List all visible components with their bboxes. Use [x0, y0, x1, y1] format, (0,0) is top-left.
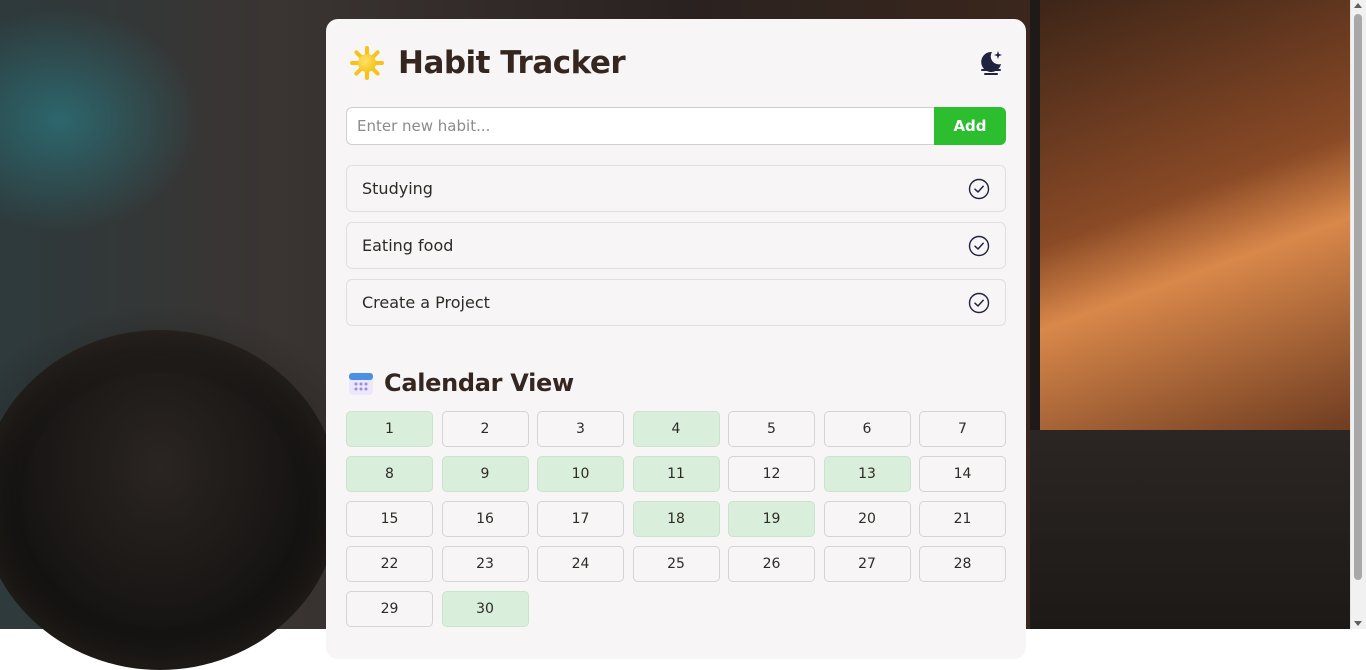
habit-label: Create a Project [362, 293, 490, 312]
calendar-day[interactable]: 6 [823, 411, 911, 447]
check-circle-icon[interactable] [968, 178, 990, 200]
calendar-day[interactable]: 14 [919, 456, 1006, 492]
calendar-day[interactable]: 20 [823, 501, 911, 537]
calendar-day[interactable]: 29 [346, 591, 433, 627]
calendar-day[interactable]: 8 [346, 456, 433, 492]
calendar-day[interactable]: 28 [919, 546, 1006, 582]
new-habit-form: Add [346, 107, 1006, 145]
calendar-day[interactable]: 4 [632, 411, 720, 447]
calendar-day[interactable]: 13 [823, 456, 911, 492]
calendar-day[interactable]: 27 [823, 546, 911, 582]
calendar-day[interactable]: 22 [346, 546, 433, 582]
calendar-day[interactable]: 2 [441, 411, 529, 447]
calendar-grid: 1 2 3 4 5 6 7 8 9 10 11 12 13 14 15 16 17 18 19 20 21 22 23 24 2… [346, 411, 1006, 627]
calendar-day[interactable]: 7 [919, 411, 1006, 447]
moon-stars-icon [981, 51, 1002, 75]
new-habit-input[interactable] [346, 107, 934, 145]
calendar-day[interactable]: 18 [632, 501, 720, 537]
calendar-day[interactable]: 12 [728, 456, 815, 492]
check-circle-icon[interactable] [968, 292, 990, 314]
scroll-down-icon[interactable] [1354, 621, 1362, 626]
theme-toggle-button[interactable] [976, 47, 1006, 77]
app-title: Habit Tracker [398, 45, 626, 81]
calendar-day[interactable]: 30 [441, 591, 529, 627]
calendar-day[interactable]: 3 [537, 411, 624, 447]
habit-tracker-card: Habit Tracker Add Studying Eating food [326, 19, 1026, 659]
check-circle-icon[interactable] [968, 235, 990, 257]
habit-item: Eating food [346, 222, 1006, 269]
calendar-day[interactable]: 1 [346, 411, 433, 447]
calendar-day[interactable]: 9 [441, 456, 529, 492]
scrollbar-thumb[interactable] [1354, 14, 1362, 580]
calendar-icon [349, 373, 373, 395]
calendar-day[interactable]: 17 [537, 501, 624, 537]
calendar-day[interactable]: 25 [632, 546, 720, 582]
background-laptop-screen [1030, 0, 1366, 430]
calendar-day[interactable]: 21 [919, 501, 1006, 537]
calendar-day[interactable]: 19 [728, 501, 815, 537]
habit-label: Studying [362, 179, 433, 198]
calendar-day[interactable]: 10 [537, 456, 624, 492]
background-laptop-keyboard [1030, 430, 1360, 629]
calendar-day[interactable]: 5 [728, 411, 815, 447]
app-header: Habit Tracker [350, 45, 626, 81]
sun-icon [350, 46, 384, 80]
habit-item: Create a Project [346, 279, 1006, 326]
calendar-day[interactable]: 24 [537, 546, 624, 582]
habit-list: Studying Eating food Create a Project [346, 165, 1006, 336]
calendar-header: Calendar View [348, 369, 574, 397]
habit-label: Eating food [362, 236, 454, 255]
calendar-title: Calendar View [384, 369, 574, 397]
habit-item: Studying [346, 165, 1006, 212]
calendar-day[interactable]: 26 [728, 546, 815, 582]
page-scrollbar[interactable] [1350, 0, 1366, 629]
add-habit-button[interactable]: Add [934, 107, 1006, 145]
scroll-up-icon[interactable] [1354, 3, 1362, 8]
calendar-day[interactable]: 11 [632, 456, 720, 492]
calendar-day[interactable]: 16 [441, 501, 529, 537]
calendar-day[interactable]: 15 [346, 501, 433, 537]
calendar-day[interactable]: 23 [441, 546, 529, 582]
